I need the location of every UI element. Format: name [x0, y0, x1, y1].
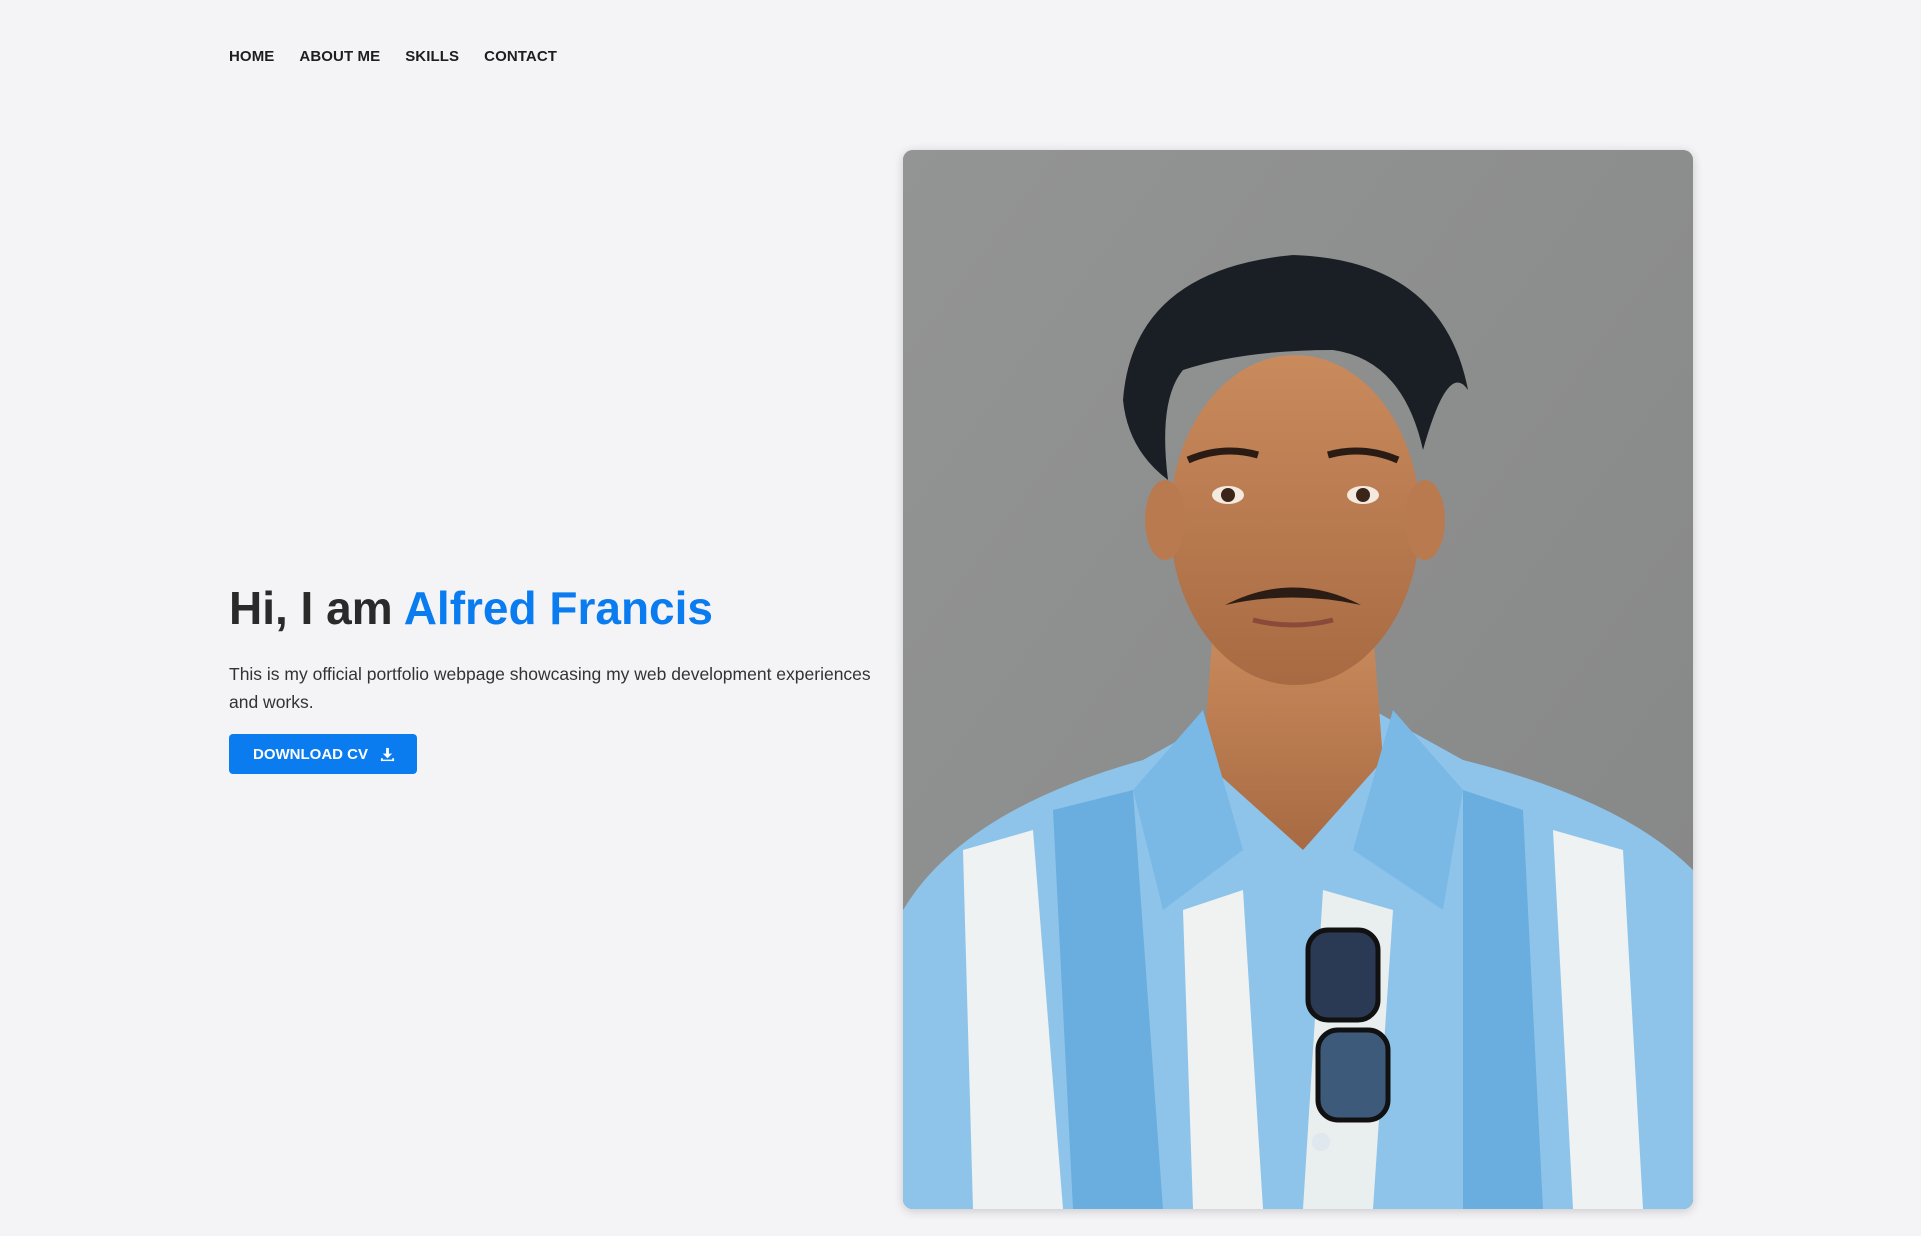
download-icon: [380, 747, 395, 762]
nav-contact[interactable]: CONTACT: [484, 48, 557, 65]
main-nav: HOME ABOUT ME SKILLS CONTACT: [229, 48, 557, 65]
hero-description: This is my official portfolio webpage sh…: [229, 664, 871, 712]
hero-name: Alfred Francis: [403, 582, 713, 634]
profile-photo: [903, 150, 1693, 1209]
download-cv-label: DOWNLOAD CV: [253, 745, 368, 763]
nav-about-me[interactable]: ABOUT ME: [299, 48, 380, 65]
nav-skills[interactable]: SKILLS: [405, 48, 459, 65]
nav-home[interactable]: HOME: [229, 48, 274, 65]
hero-section: Hi, I am Alfred Francis This is my offic…: [229, 578, 889, 774]
download-cv-button[interactable]: DOWNLOAD CV: [229, 734, 417, 774]
hero-greeting: Hi, I am: [229, 582, 404, 634]
hero-title: Hi, I am Alfred Francis: [229, 578, 889, 638]
